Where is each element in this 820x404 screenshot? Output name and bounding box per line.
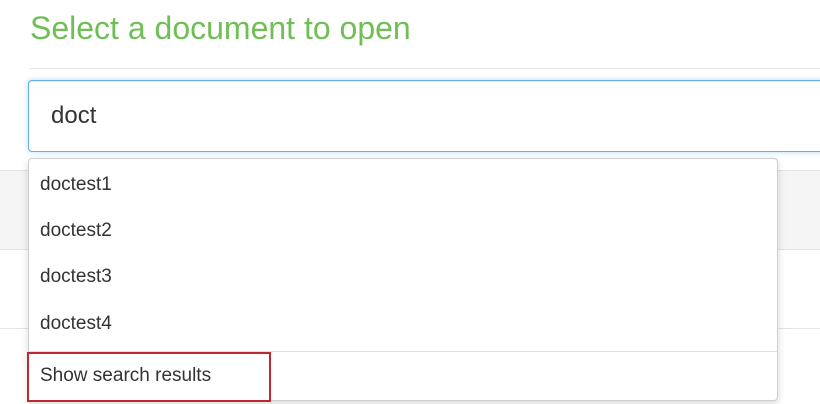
suggestion-item-doctest3[interactable]: doctest3 bbox=[29, 254, 777, 300]
autocomplete-dropdown: doctest1 doctest2 doctest3 doctest4 Show… bbox=[27, 158, 778, 402]
suggestion-item-doctest2[interactable]: doctest2 bbox=[29, 208, 777, 254]
suggestion-item-doctest4[interactable]: doctest4 bbox=[29, 301, 777, 347]
show-search-results-option[interactable]: Show search results bbox=[27, 352, 271, 402]
suggestion-item-doctest1[interactable]: doctest1 bbox=[29, 162, 777, 208]
header-divider bbox=[30, 68, 820, 69]
dialog-title: Select a document to open bbox=[30, 10, 411, 46]
document-search-input[interactable] bbox=[28, 80, 820, 152]
